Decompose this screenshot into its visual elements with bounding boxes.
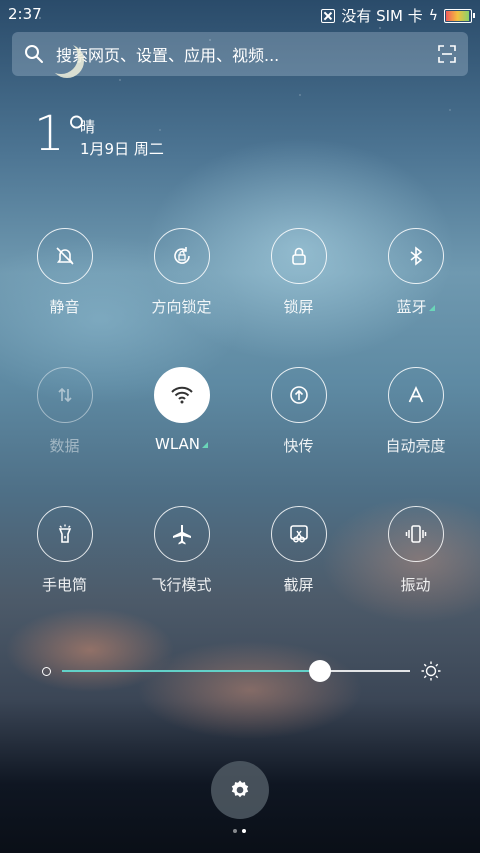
toggle-data[interactable]: 数据 <box>6 367 123 456</box>
airplane-icon <box>172 525 191 545</box>
toggle-lock-screen[interactable]: 锁屏 <box>240 228 357 317</box>
vibrate-icon <box>405 525 426 543</box>
toggle-wlan-button[interactable] <box>153 367 210 423</box>
no-sim-icon <box>321 8 336 23</box>
toggle-airplane-label: 飞行模式 <box>151 576 212 594</box>
toggle-bluetooth-label: 蓝牙 <box>357 296 474 317</box>
expand-menu-indicator <box>202 442 208 448</box>
battery-icon <box>444 8 475 23</box>
status-time: 2:37 <box>8 5 42 23</box>
search-icon <box>25 45 43 63</box>
toggle-wlan-label: WLAN <box>123 435 240 453</box>
brightness-slider[interactable] <box>40 660 442 684</box>
upload-icon <box>289 386 308 404</box>
carrier-text: 没有 SIM 卡 <box>341 7 423 25</box>
toggle-vibrate-label: 振动 <box>400 576 431 594</box>
scan-icon[interactable] <box>438 45 456 63</box>
expand-menu-indicator <box>428 305 435 311</box>
data-arrows-icon <box>57 387 72 403</box>
toggle-bluetooth-button[interactable] <box>387 228 444 284</box>
toggle-airplane[interactable]: 飞行模式 <box>123 506 240 595</box>
brightness-high-icon <box>421 661 441 681</box>
page-dot-active <box>242 829 246 833</box>
toggle-quick-share-button[interactable] <box>270 367 327 423</box>
weather-date: 1月9日 周二 <box>80 140 164 158</box>
flashlight-icon <box>58 524 71 543</box>
toggle-lock-screen-label: 锁屏 <box>283 298 314 316</box>
toggle-silent-button[interactable] <box>36 228 93 284</box>
search-bar[interactable]: 搜索网页、设置、应用、视频... <box>12 32 468 76</box>
toggle-auto-brightness-label: 自动亮度 <box>385 437 446 455</box>
toggle-quick-share-label: 快传 <box>283 437 314 455</box>
toggle-auto-brightness-button[interactable] <box>387 367 444 423</box>
toggle-vibrate[interactable]: 振动 <box>357 506 474 595</box>
toggle-screenshot-button[interactable] <box>270 506 327 562</box>
letter-a-icon <box>408 385 423 403</box>
toggle-flashlight[interactable]: 手电筒 <box>6 506 123 595</box>
status-bar: 2:37 没有 SIM 卡 ϟ <box>0 0 480 28</box>
scissors-icon <box>289 525 308 543</box>
page-indicator <box>233 829 246 833</box>
toggle-rotation-lock-label: 方向锁定 <box>151 298 212 316</box>
lock-icon <box>291 247 306 265</box>
toggle-wlan[interactable]: WLAN <box>123 367 240 453</box>
status-right: 没有 SIM 卡 ϟ <box>321 5 475 26</box>
toggle-silent[interactable]: 静音 <box>6 228 123 317</box>
toggle-screenshot[interactable]: 截屏 <box>240 506 357 595</box>
brightness-thumb[interactable] <box>308 660 331 682</box>
weather-condition: 晴 <box>80 118 96 136</box>
charging-icon: ϟ <box>428 7 438 24</box>
settings-button[interactable] <box>211 761 269 819</box>
page-dot <box>233 829 237 833</box>
search-placeholder: 搜索网页、设置、应用、视频... <box>56 46 280 65</box>
toggle-flashlight-label: 手电筒 <box>41 576 87 594</box>
brightness-fill <box>62 670 320 672</box>
toggle-quick-share[interactable]: 快传 <box>240 367 357 456</box>
wifi-icon <box>170 386 193 404</box>
bluetooth-icon <box>410 246 422 266</box>
toggle-lock-screen-button[interactable] <box>270 228 327 284</box>
toggle-flashlight-button[interactable] <box>36 506 93 562</box>
toggle-auto-brightness[interactable]: 自动亮度 <box>357 367 474 456</box>
toggle-rotation-lock-button[interactable] <box>153 228 210 284</box>
toggle-silent-label: 静音 <box>49 298 80 316</box>
toggle-screenshot-label: 截屏 <box>283 576 314 594</box>
toggle-data-label: 数据 <box>49 437 80 455</box>
toggle-data-button[interactable] <box>36 367 93 423</box>
toggle-vibrate-button[interactable] <box>387 506 444 562</box>
toggle-rotation-lock[interactable]: 方向锁定 <box>123 228 240 317</box>
toggle-airplane-button[interactable] <box>153 506 210 562</box>
gear-icon <box>231 780 249 798</box>
bell-off-icon <box>55 247 74 265</box>
rotation-lock-icon <box>173 247 190 264</box>
toggle-bluetooth[interactable]: 蓝牙 <box>357 228 474 317</box>
brightness-low-icon <box>42 667 51 676</box>
